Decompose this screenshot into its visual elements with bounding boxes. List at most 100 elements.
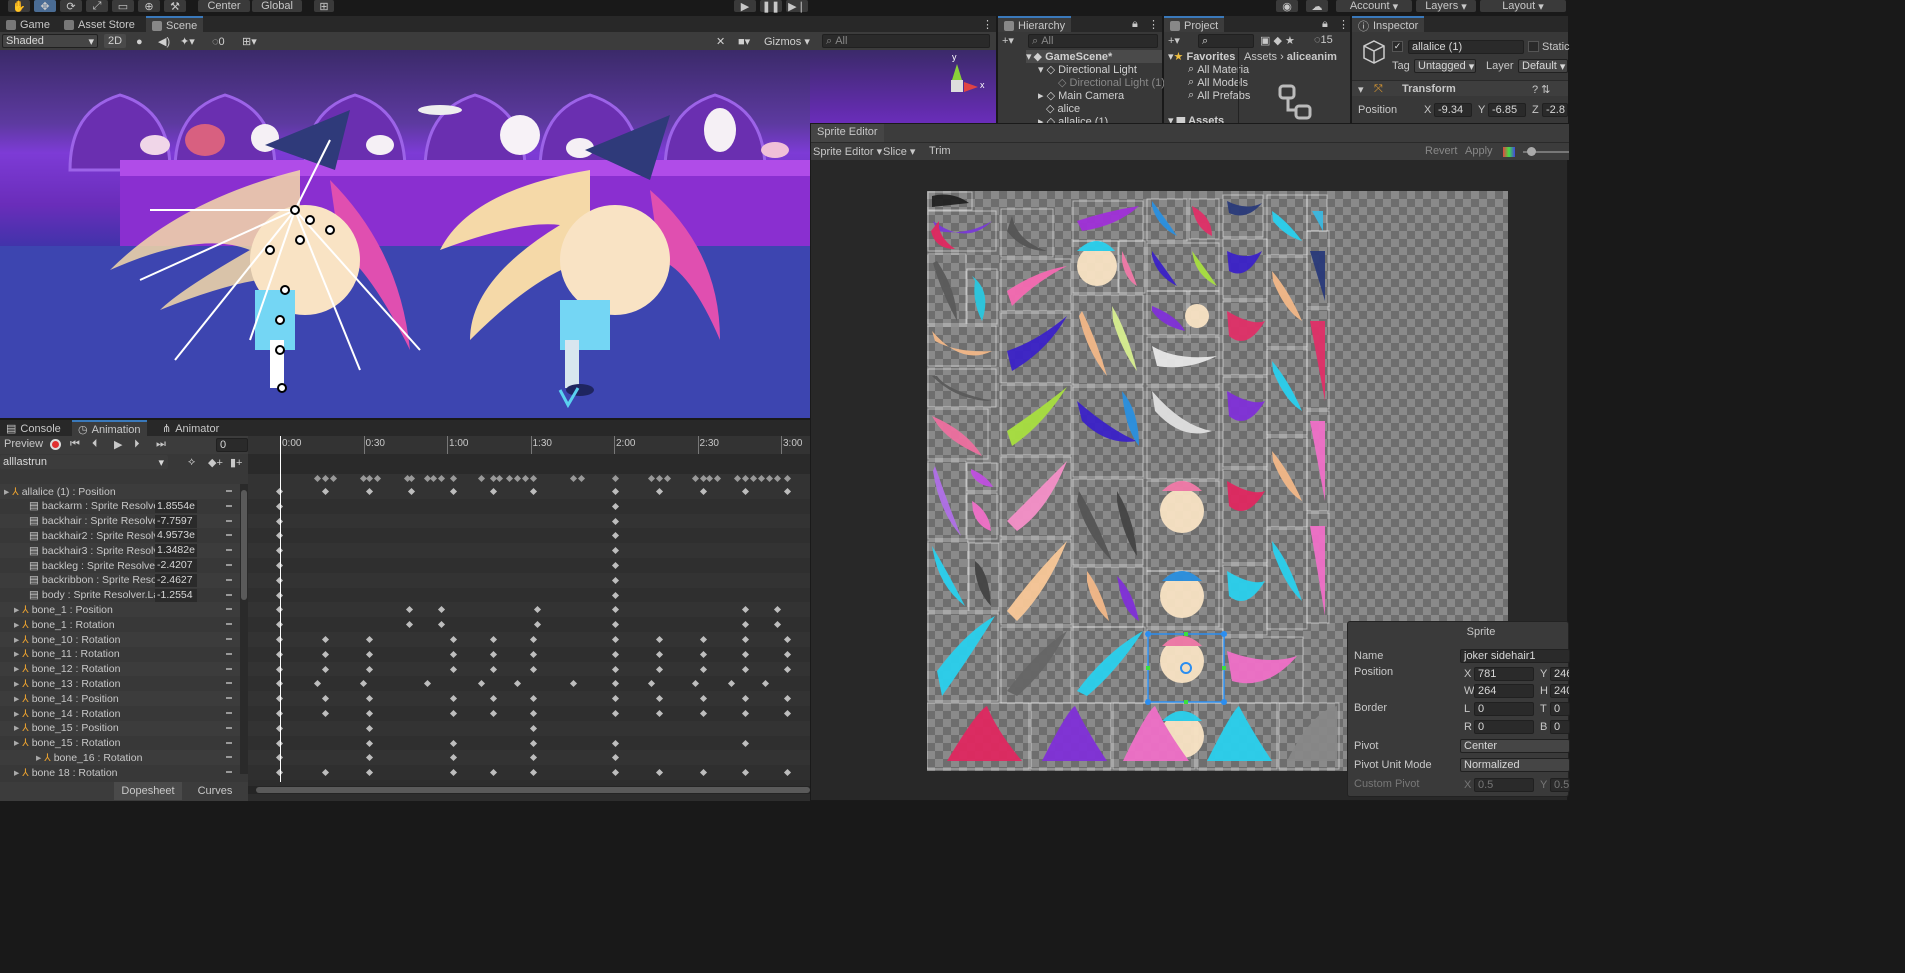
dopesheet-timeline[interactable]: 0:00 0:30 1:00 1:30 2:00 2:30 3:00 bbox=[248, 436, 810, 801]
summary-keyframe[interactable] bbox=[373, 474, 382, 483]
2d-toggle[interactable]: 2D bbox=[104, 34, 127, 48]
gizmos-dropdown[interactable]: Gizmos ▾ bbox=[760, 34, 814, 49]
property-options-icon[interactable] bbox=[226, 490, 232, 492]
summary-keyframe[interactable] bbox=[529, 474, 538, 483]
property-options-icon[interactable] bbox=[226, 593, 232, 596]
hand-tool-icon[interactable]: ✋ bbox=[8, 0, 30, 13]
summary-keyframe[interactable] bbox=[733, 474, 742, 483]
property-row[interactable]: ▤ backarm : Sprite Resolver 1.8554e bbox=[0, 498, 240, 514]
scene-viewport[interactable] bbox=[0, 50, 810, 418]
cp-x-field[interactable]: 0.5 bbox=[1474, 778, 1534, 792]
cp-y-field[interactable]: 0.5 bbox=[1550, 778, 1570, 792]
curves-button[interactable]: Curves bbox=[184, 782, 246, 800]
summary-keyframe[interactable] bbox=[691, 474, 700, 483]
add-event-icon[interactable]: ▮+ bbox=[230, 456, 242, 469]
slice-dropdown[interactable]: Slice ▾ bbox=[883, 145, 915, 158]
foldout-icon[interactable]: ▸ bbox=[14, 693, 19, 705]
timeline-hscrollbar[interactable] bbox=[248, 786, 810, 794]
summary-keyframe[interactable] bbox=[713, 474, 722, 483]
tab-project[interactable]: Project bbox=[1164, 16, 1225, 33]
property-row[interactable]: ▤ backhair : Sprite Resolver -7.7597 bbox=[0, 513, 240, 529]
apply-button[interactable]: Apply bbox=[1465, 145, 1493, 157]
property-row[interactable]: ▸ ⅄ bone_1 : Rotation bbox=[0, 617, 240, 633]
rect-tool-icon[interactable]: ▭ bbox=[112, 0, 134, 13]
foldout-icon[interactable]: ▸ bbox=[14, 678, 19, 690]
summary-keyframe[interactable] bbox=[741, 474, 750, 483]
property-options-icon[interactable] bbox=[226, 608, 232, 611]
custom-tool-icon[interactable]: ⚒ bbox=[164, 0, 186, 13]
lock-icon[interactable]: 🔒︎ bbox=[1322, 18, 1328, 31]
property-value[interactable]: 1.8554e bbox=[155, 499, 197, 513]
summary-keyframe[interactable] bbox=[773, 474, 782, 483]
summary-keyframe[interactable] bbox=[313, 474, 322, 483]
tab-sprite-editor[interactable]: Sprite Editor bbox=[811, 124, 884, 142]
static-checkbox[interactable] bbox=[1528, 41, 1539, 52]
property-options-icon[interactable] bbox=[226, 534, 232, 537]
tab-animation[interactable]: ◷ Animation bbox=[72, 420, 147, 437]
move-tool-icon[interactable]: ✥ bbox=[34, 0, 56, 13]
layers-dropdown[interactable]: Layers ▾ bbox=[1416, 0, 1476, 13]
summary-keyframe[interactable] bbox=[765, 474, 774, 483]
play-anim-button[interactable]: ▶ bbox=[114, 438, 122, 451]
transform-tool-icon[interactable]: ⊕ bbox=[138, 0, 160, 13]
foldout-icon[interactable]: ▸ bbox=[14, 767, 19, 779]
tag-dropdown[interactable]: Untagged ▾ bbox=[1414, 59, 1476, 73]
anim-asset-icon[interactable] bbox=[1278, 82, 1314, 122]
summary-keyframe[interactable] bbox=[437, 474, 446, 483]
x-field[interactable]: 781 bbox=[1474, 667, 1534, 681]
clip-dropdown[interactable]: alllastrun ▾ bbox=[0, 455, 168, 469]
foldout-icon[interactable]: ▸ bbox=[14, 634, 19, 646]
layer-dropdown[interactable]: Default ▾ bbox=[1518, 59, 1568, 73]
summary-keyframe[interactable] bbox=[663, 474, 672, 483]
summary-keyframe[interactable] bbox=[495, 474, 504, 483]
breadcrumb[interactable]: Assets › aliceanim bbox=[1244, 51, 1337, 63]
summary-keyframe[interactable] bbox=[477, 474, 486, 483]
property-options-icon[interactable] bbox=[226, 712, 232, 714]
hscroll-thumb[interactable] bbox=[256, 787, 810, 793]
property-scrollbar[interactable] bbox=[240, 484, 248, 774]
foldout-icon[interactable]: ▸ bbox=[14, 663, 19, 675]
property-value[interactable]: -1.2554 bbox=[155, 588, 197, 602]
property-options-icon[interactable] bbox=[226, 519, 232, 522]
hierarchy-item[interactable]: ▾ ◇ Directional Light bbox=[1038, 63, 1137, 77]
property-row[interactable]: ▤ backleg : Sprite Resolver. -2.4207 bbox=[0, 558, 240, 573]
step-button[interactable]: ▶❘ bbox=[786, 0, 808, 13]
add-keyframe-icon[interactable]: ◆+ bbox=[208, 456, 223, 469]
grid-toggle-icon[interactable]: ⊞▾ bbox=[238, 34, 261, 49]
menu-icon[interactable]: ⋮ bbox=[982, 18, 993, 31]
r-field[interactable]: 0 bbox=[1474, 720, 1534, 734]
foldout-icon[interactable]: ▸ bbox=[14, 648, 19, 660]
t-field[interactable]: 0 bbox=[1550, 702, 1570, 716]
property-row[interactable]: ▸ ⅄ bone_13 : Rotation bbox=[0, 676, 240, 692]
shading-dropdown[interactable]: Shaded ▾ bbox=[2, 34, 98, 48]
active-checkbox[interactable]: ✓ bbox=[1392, 41, 1403, 52]
scene-viewport-right[interactable]: y x bbox=[810, 50, 996, 123]
property-row[interactable]: ▸ ⅄ bone_11 : Rotation bbox=[0, 646, 240, 662]
summary-keyframe[interactable] bbox=[577, 474, 586, 483]
time-ruler[interactable]: 0:00 0:30 1:00 1:30 2:00 2:30 3:00 bbox=[248, 436, 810, 454]
summary-keyframe[interactable] bbox=[505, 474, 514, 483]
frame-field[interactable]: 0 bbox=[216, 438, 248, 452]
property-row[interactable]: ▸ ⅄ bone_10 : Rotation bbox=[0, 632, 240, 647]
summary-keyframe[interactable] bbox=[329, 474, 338, 483]
pos-z-field[interactable]: -2.8 bbox=[1542, 103, 1568, 117]
tab-game[interactable]: Game bbox=[0, 16, 56, 33]
rotate-tool-icon[interactable]: ⟳ bbox=[60, 0, 82, 13]
project-search-input[interactable]: ⌕ bbox=[1198, 34, 1254, 48]
property-options-icon[interactable] bbox=[226, 682, 232, 685]
sprite-name-field[interactable]: joker sidehair1 bbox=[1460, 649, 1570, 663]
pos-y-field[interactable]: -6.85 bbox=[1488, 103, 1526, 117]
orientation-gizmo[interactable]: y x bbox=[938, 52, 985, 98]
summary-keyframe[interactable] bbox=[407, 474, 416, 483]
foldout-icon[interactable]: ▸ bbox=[36, 752, 41, 764]
hierarchy-item[interactable]: ▾ ◆ GameScene* bbox=[1026, 50, 1162, 63]
summary-keyframe[interactable] bbox=[521, 474, 530, 483]
property-row[interactable]: ▸ ⅄ bone_16 : Rotation bbox=[0, 750, 240, 766]
tab-inspector[interactable]: ⓘ Inspector bbox=[1352, 16, 1425, 33]
prev-frame-button[interactable]: ⏴ bbox=[92, 438, 98, 451]
favorites-item[interactable]: ⌕ All Materia bbox=[1188, 63, 1249, 76]
project-menu-icon[interactable]: ⋮ bbox=[1338, 18, 1349, 31]
property-row[interactable]: ▸ ⅄ bone_15 : Rotation bbox=[0, 735, 240, 751]
record-button[interactable] bbox=[50, 439, 61, 450]
pivot-global-button[interactable]: Global bbox=[252, 0, 302, 12]
